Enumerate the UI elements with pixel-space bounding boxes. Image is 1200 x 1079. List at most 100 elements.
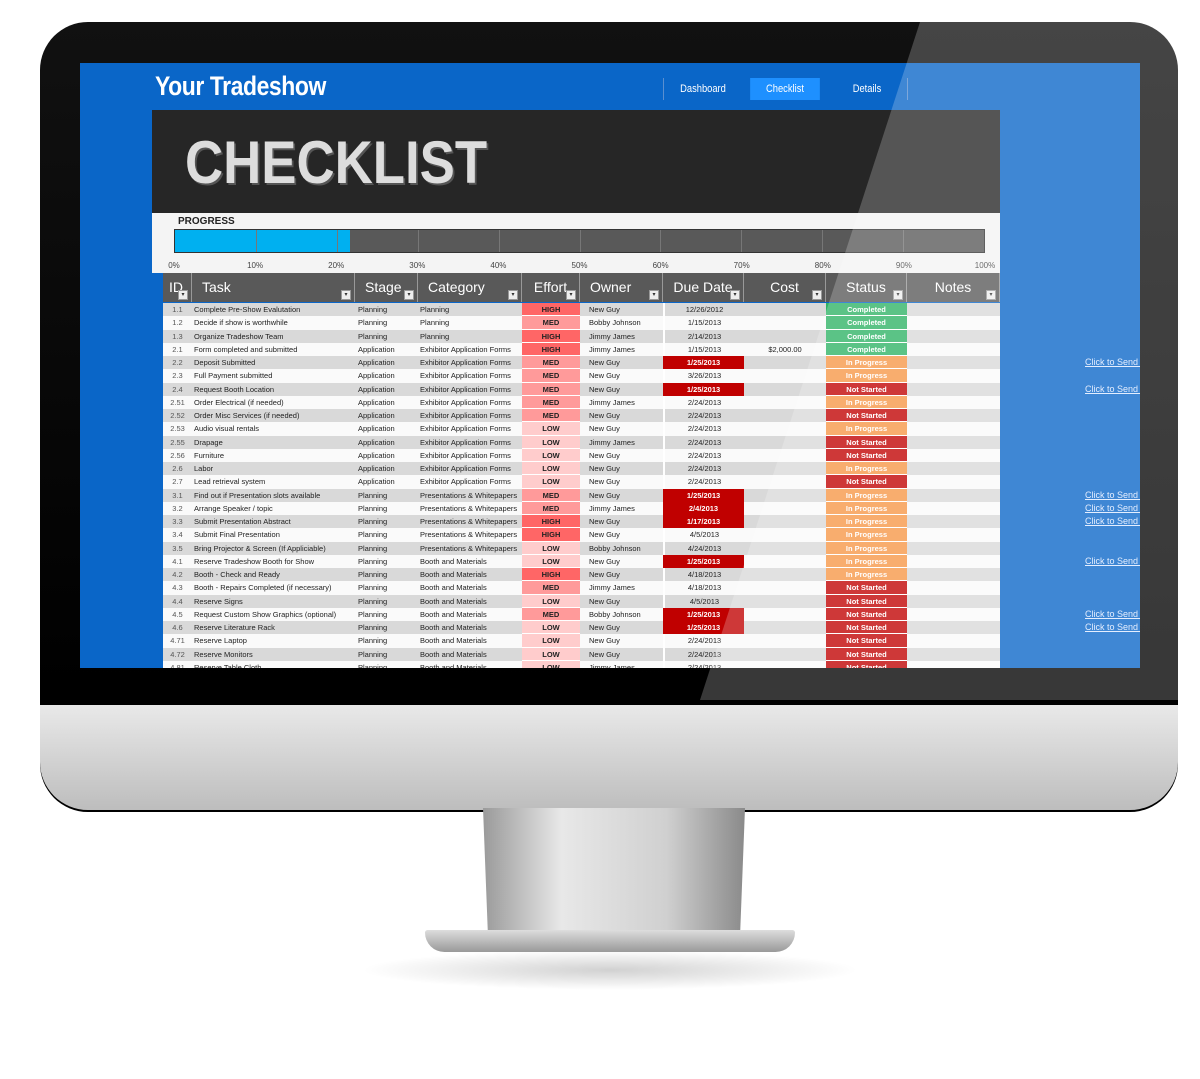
column-header-status[interactable]: Status ▾ xyxy=(826,273,907,302)
cell-owner: New Guy xyxy=(589,490,620,500)
cell-notes[interactable] xyxy=(907,489,1000,502)
cell-owner: New Guy xyxy=(589,556,620,566)
cell-notes[interactable] xyxy=(907,369,1000,382)
filter-dropdown-icon[interactable]: ▾ xyxy=(341,290,351,300)
cell-notes[interactable] xyxy=(907,343,1000,356)
send-reminder-link[interactable]: Click to Send Reminder xyxy=(1085,489,1140,502)
table-row: 4.3 Booth - Repairs Completed (if necessa… xyxy=(163,581,1000,595)
progress-tick-label: 50% xyxy=(571,261,588,270)
table-row: 2.56 Furniture Application Exhibitor Applic… xyxy=(163,448,1000,462)
cell-id: 2.52 xyxy=(170,411,185,420)
progress-tick-label: 70% xyxy=(733,261,750,270)
filter-dropdown-icon[interactable]: ▾ xyxy=(649,290,659,300)
status-badge: In Progress xyxy=(826,554,907,568)
cell-notes[interactable] xyxy=(907,608,1000,621)
cell-due-date: 4/18/2013 xyxy=(663,581,744,595)
table-row: 3.3 Submit Presentation Abstract Planning P… xyxy=(163,515,1140,529)
cell-stage: Planning xyxy=(358,636,388,646)
column-header-id[interactable]: ID ▾ xyxy=(163,273,192,302)
filter-dropdown-icon[interactable]: ▾ xyxy=(986,290,996,300)
filter-dropdown-icon[interactable]: ▾ xyxy=(812,290,822,300)
send-reminder-link[interactable]: Click to Send Reminder xyxy=(1085,608,1140,621)
cell-notes[interactable] xyxy=(907,568,1000,581)
column-header-cost[interactable]: Cost ▾ xyxy=(744,273,826,302)
cell-notes[interactable] xyxy=(907,409,1000,422)
cell-due-date: 1/25/2013 xyxy=(663,607,744,621)
column-header-task[interactable]: Task ▾ xyxy=(192,273,355,302)
cell-id: 4.6 xyxy=(172,623,183,632)
send-reminder-link[interactable]: Click to Send Reminder xyxy=(1085,621,1140,634)
filter-dropdown-icon[interactable]: ▾ xyxy=(893,290,903,300)
cell-category: Booth and Materials xyxy=(420,623,487,632)
cell-owner: New Guy xyxy=(589,371,620,381)
status-badge: In Progress xyxy=(826,501,907,515)
table-row: 2.3 Full Payment submitted Application Exhi… xyxy=(163,369,1000,383)
cell-notes[interactable] xyxy=(907,581,1000,594)
nav-checklist[interactable]: Checklist xyxy=(750,78,820,100)
column-header-due-date[interactable]: Due Date ▾ xyxy=(663,273,744,302)
cell-notes[interactable] xyxy=(907,383,1000,396)
filter-dropdown-icon[interactable]: ▾ xyxy=(404,290,414,300)
cell-task: Reserve Laptop xyxy=(194,636,247,646)
cell-notes[interactable] xyxy=(907,462,1000,475)
cell-notes[interactable] xyxy=(907,502,1000,515)
cell-due-date: 3/26/2013 xyxy=(663,369,744,383)
column-header-stage[interactable]: Stage ▾ xyxy=(355,273,418,302)
nav-dashboard[interactable]: Dashboard xyxy=(668,78,738,100)
cell-notes[interactable] xyxy=(907,303,1000,316)
cell-task: Deposit Submitted xyxy=(194,358,256,367)
filter-dropdown-icon[interactable]: ▾ xyxy=(178,290,188,300)
send-reminder-link[interactable]: Click to Send Reminder xyxy=(1085,502,1140,515)
filter-dropdown-icon[interactable]: ▾ xyxy=(566,290,576,300)
send-reminder-link[interactable]: Click to Send Reminder xyxy=(1085,383,1140,396)
nav-details[interactable]: Details xyxy=(832,78,902,100)
cell-notes[interactable] xyxy=(907,555,1000,568)
send-reminder-link[interactable]: Click to Send Reminder xyxy=(1085,356,1140,369)
cell-notes[interactable] xyxy=(907,648,1000,661)
status-badge: Not Started xyxy=(826,634,907,648)
cell-notes[interactable] xyxy=(907,475,1000,488)
cell-notes[interactable] xyxy=(907,661,1000,668)
progress-tick-label: 80% xyxy=(814,261,831,270)
cell-notes[interactable] xyxy=(907,542,1000,555)
cell-notes[interactable] xyxy=(907,528,1000,541)
cell-cost xyxy=(744,568,826,581)
send-reminder-link[interactable]: Click to Send Reminder xyxy=(1085,555,1140,568)
cell-task: Furniture xyxy=(194,450,225,460)
stand-shadow xyxy=(360,950,860,990)
cell-stage: Planning xyxy=(358,503,388,513)
cell-notes[interactable] xyxy=(907,595,1000,608)
send-reminder-link[interactable]: Click to Send Reminder xyxy=(1085,515,1140,528)
cell-notes[interactable] xyxy=(907,436,1000,449)
cell-notes[interactable] xyxy=(907,330,1000,343)
cell-cost xyxy=(744,489,826,502)
cell-notes[interactable] xyxy=(907,515,1000,528)
progress-label: PROGRESS xyxy=(178,216,235,227)
column-header-notes[interactable]: Notes ▾ xyxy=(907,273,1000,302)
page-title: CHECKLIST xyxy=(185,129,488,196)
cell-id: 3.1 xyxy=(172,490,183,500)
cell-id: 3.2 xyxy=(172,503,183,513)
cell-notes[interactable] xyxy=(907,634,1000,647)
cell-notes[interactable] xyxy=(907,396,1000,409)
cell-id: 1.1 xyxy=(172,305,183,314)
column-header-category[interactable]: Category ▾ xyxy=(418,273,522,302)
cell-due-date: 2/14/2013 xyxy=(663,329,744,343)
column-header-owner[interactable]: Owner ▾ xyxy=(580,273,663,302)
cell-notes[interactable] xyxy=(907,316,1000,329)
filter-dropdown-icon[interactable]: ▾ xyxy=(508,290,518,300)
cell-notes[interactable] xyxy=(907,422,1000,435)
progress-fill xyxy=(175,230,350,252)
cell-task: Reserve Monitors xyxy=(194,649,253,659)
cell-task: Bring Projector & Screen (If Appliciable… xyxy=(194,543,326,553)
cell-cost xyxy=(744,449,826,462)
cell-notes[interactable] xyxy=(907,356,1000,369)
cell-notes[interactable] xyxy=(907,449,1000,462)
effort-badge: HIGH xyxy=(522,329,580,343)
cell-due-date: 4/24/2013 xyxy=(663,541,744,555)
cell-notes[interactable] xyxy=(907,621,1000,634)
cell-due-date: 2/4/2013 xyxy=(663,501,744,515)
cell-stage: Planning xyxy=(358,318,388,328)
filter-dropdown-icon[interactable]: ▾ xyxy=(730,290,740,300)
column-header-effort[interactable]: Effort ▾ xyxy=(522,273,580,302)
